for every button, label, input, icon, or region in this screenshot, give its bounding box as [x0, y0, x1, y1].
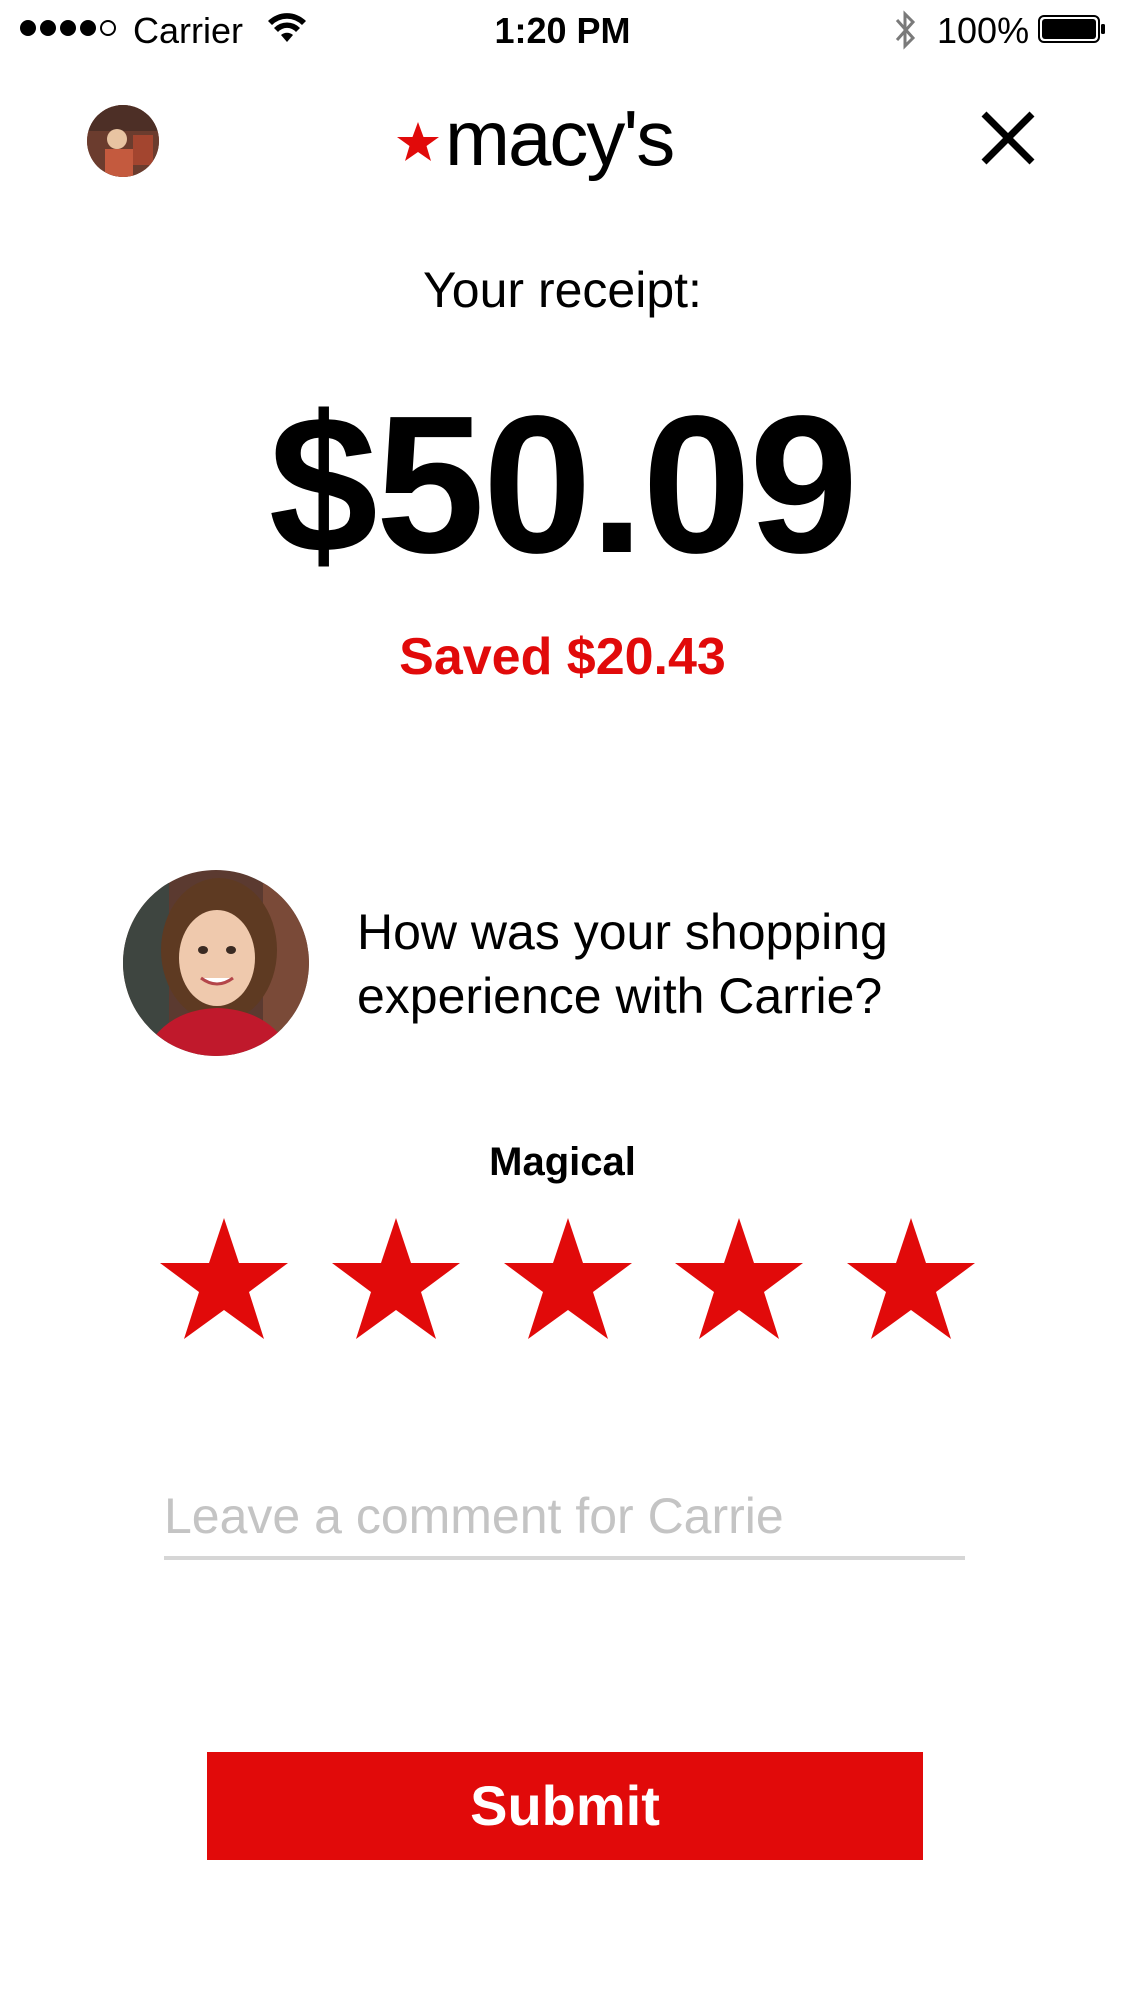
submit-button[interactable]: Submit — [207, 1752, 923, 1860]
user-avatar[interactable] — [87, 105, 159, 177]
battery-icon — [1038, 15, 1105, 43]
comment-input[interactable] — [164, 1480, 965, 1560]
star-icon-4[interactable] — [675, 1218, 804, 1344]
receipt-amount: $50.09 — [268, 375, 858, 594]
associate-avatar — [123, 870, 309, 1056]
rating-label: Magical — [489, 1140, 636, 1184]
star-icon-3[interactable] — [503, 1218, 632, 1344]
star-rating — [160, 1218, 975, 1344]
bluetooth-icon — [895, 10, 916, 50]
savings-amount: Saved $20.43 — [399, 628, 726, 686]
feedback-question: How was your shopping experience with Ca… — [357, 904, 888, 1024]
star-icon-2[interactable] — [331, 1218, 460, 1344]
star-icon-5[interactable] — [847, 1218, 975, 1344]
receipt-title: Your receipt: — [423, 262, 702, 318]
status-bar: Carrier 1:20 PM 100% — [0, 0, 1125, 62]
macys-logo-star — [397, 122, 439, 161]
battery-percentage: 100% — [937, 10, 1030, 51]
user-avatar-image — [87, 105, 159, 177]
associate-photo — [123, 870, 309, 1056]
macys-logo: macy's — [397, 94, 675, 182]
macys-logo-text: macy's — [445, 94, 673, 182]
star-icon-1[interactable] — [160, 1218, 288, 1344]
close-icon[interactable] — [978, 108, 1038, 168]
